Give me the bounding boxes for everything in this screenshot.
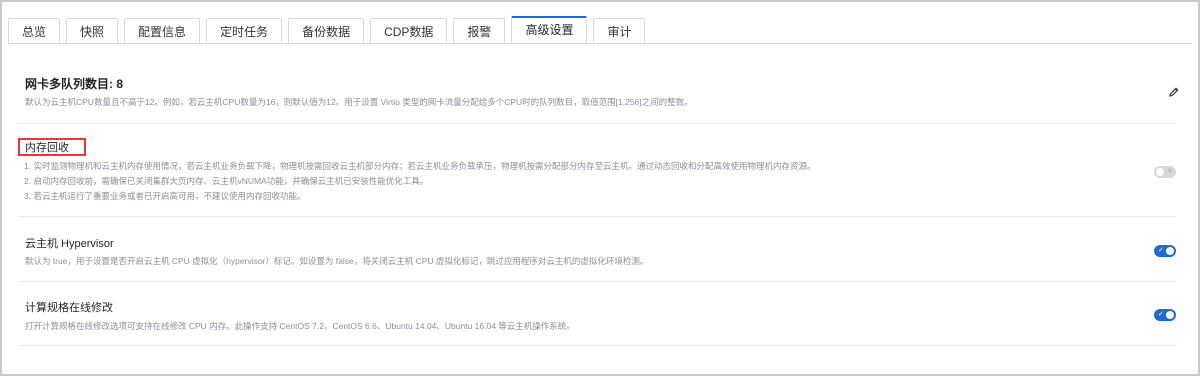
divider — [18, 123, 1176, 124]
check-icon: ✓ — [1158, 311, 1164, 318]
toggle-knob — [1156, 168, 1164, 176]
tab-cdp-data[interactable]: CDP数据 — [370, 18, 448, 44]
tab-snapshot[interactable]: 快照 — [66, 18, 119, 44]
tab-bar: 总览 快照 配置信息 定时任务 备份数据 CDP数据 报警 高级设置 审计 — [8, 16, 646, 44]
tab-advanced-settings[interactable]: 高级设置 — [511, 16, 588, 44]
divider — [18, 345, 1176, 346]
tab-overview[interactable]: 总览 — [8, 18, 61, 44]
toggle-knob — [1166, 247, 1174, 255]
divider — [18, 216, 1176, 217]
memory-reclaim-title: 内存回收 — [25, 142, 69, 154]
memory-reclaim-desc-3: 3. 若云主机运行了重要业务或者已开启高可用，不建议使用内存回收功能。 — [24, 191, 306, 201]
tab-config-info[interactable]: 配置信息 — [124, 18, 201, 44]
divider — [18, 281, 1176, 282]
online-resize-toggle[interactable]: ✓ — [1154, 309, 1176, 321]
tab-alarm[interactable]: 报警 — [453, 18, 506, 44]
memory-reclaim-toggle[interactable]: ✕ — [1154, 166, 1176, 178]
tab-backup-data[interactable]: 备份数据 — [288, 18, 365, 44]
nic-queue-desc: 默认为云主机CPU数量且不高于12。例如，若云主机CPU数量为16，则默认值为1… — [25, 97, 693, 107]
toggle-knob — [1166, 311, 1174, 319]
memory-reclaim-desc-2: 2. 启动内存回收前，需确保已关闭集群大页内存、云主机vNUMA功能，并确保云主… — [24, 176, 429, 186]
pencil-icon[interactable] — [1168, 86, 1180, 98]
tab-audit[interactable]: 审计 — [593, 18, 646, 44]
tab-scheduled-tasks[interactable]: 定时任务 — [206, 18, 283, 44]
page-frame: 总览 快照 配置信息 定时任务 备份数据 CDP数据 报警 高级设置 审计 网卡… — [0, 0, 1200, 376]
memory-reclaim-desc-1: 1. 实时监测物理机和云主机内存使用情况，若云主机业务负载下降，物理机按需回收云… — [24, 161, 816, 171]
check-icon: ✓ — [1158, 247, 1164, 254]
hypervisor-title: 云主机 Hypervisor — [25, 238, 114, 250]
tab-underline — [8, 43, 1192, 44]
online-resize-desc: 打开计算规格在线修改选项可支持在线修改 CPU 内存。此操作支持 CentOS … — [25, 321, 575, 331]
hypervisor-desc: 默认为 true，用于设置是否开启云主机 CPU 虚拟化（hypervisor）… — [25, 256, 649, 266]
hypervisor-toggle[interactable]: ✓ — [1154, 245, 1176, 257]
close-icon: ✕ — [1167, 168, 1173, 175]
nic-queue-title: 网卡多队列数目: 8 — [25, 77, 124, 91]
online-resize-title: 计算规格在线修改 — [25, 302, 113, 314]
